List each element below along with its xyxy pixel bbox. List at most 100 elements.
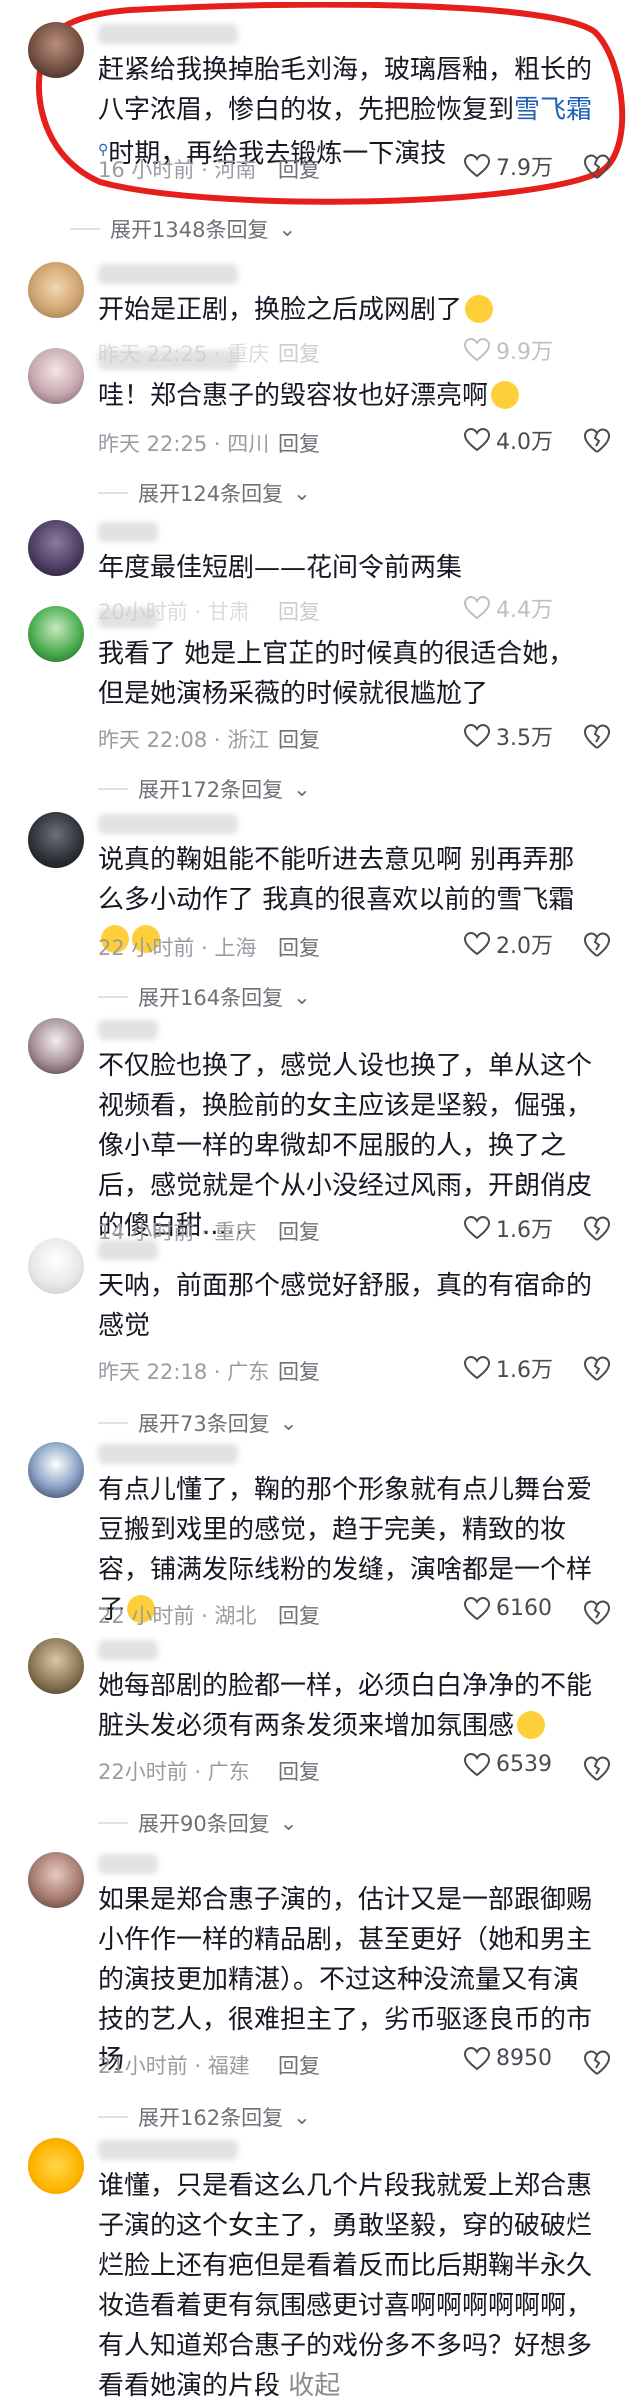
expand-replies-button[interactable]: 展开164条回复 ⌄ [98,982,311,1012]
comment-text: 年度最佳短剧——花间令前两集 [98,553,463,583]
emoji-icon [491,381,520,409]
like-button[interactable]: 4.0万 [464,424,553,456]
comment-meta: 22小时前 · 广东 [98,1760,250,1784]
avatar[interactable] [28,520,84,576]
expand-replies-button[interactable]: 展开162条回复 ⌄ [98,2102,311,2132]
comment-text: 她每部剧的脸都一样，必须白白净净的不能脏头发必须有两条发须来增加氛围感 [98,1671,593,1741]
avatar[interactable] [28,1018,84,1074]
like-button[interactable]: 6539 [464,1752,552,1777]
username[interactable] [98,608,158,628]
dislike-icon[interactable] [584,932,610,958]
reply-button[interactable]: 回复 [278,154,320,184]
like-count: 1.6万 [496,1218,553,1243]
like-count: 4.0万 [496,430,553,455]
like-button[interactable]: 8950 [464,2046,552,2071]
like-count: 6160 [496,1596,552,1621]
chevron-down-icon: ⌄ [293,985,311,1009]
comment-meta: 16 小时前 · 河南 [98,158,257,182]
heart-icon [464,1356,490,1380]
comment-meta: 昨天 22:18 · 广东 [98,1360,270,1384]
avatar[interactable] [28,606,84,662]
avatar[interactable] [28,1852,84,1908]
username[interactable] [98,1020,158,1040]
dislike-icon[interactable] [584,724,610,750]
reply-button[interactable]: 回复 [278,724,320,754]
heart-icon [464,154,490,178]
reply-button[interactable]: 回复 [278,1756,320,1786]
username[interactable] [98,814,238,834]
reply-button[interactable]: 回复 [278,2050,320,2080]
like-count: 9.9万 [496,340,553,365]
like-button[interactable]: 7.9万 [464,150,553,182]
emoji-icon [517,1711,546,1739]
divider-line [98,788,128,790]
username[interactable] [98,350,238,370]
reply-button[interactable]: 回复 [278,1216,320,1246]
username[interactable] [98,264,238,284]
dislike-icon[interactable] [584,428,610,454]
avatar[interactable] [28,812,84,868]
username[interactable] [98,1854,158,1874]
like-count: 6539 [496,1752,552,1777]
username[interactable] [98,1640,158,1660]
search-link[interactable]: 雪飞霜 [514,95,592,125]
username[interactable] [98,1444,238,1464]
username[interactable] [98,2140,238,2160]
username[interactable] [98,522,158,542]
emoji-icon [465,295,494,323]
chevron-down-icon: ⌄ [293,481,311,505]
reply-button[interactable]: 回复 [278,338,320,368]
comment-text: 我看了 她是上官芷的时候真的很适合她，但是她演杨采薇的时候就很尴尬了 [98,639,575,709]
dislike-icon[interactable] [584,1756,610,1782]
dislike-icon[interactable] [584,1356,610,1382]
avatar[interactable] [28,1238,84,1294]
heart-icon [464,1752,490,1776]
chevron-down-icon: ⌄ [293,2105,311,2129]
username[interactable] [98,24,238,44]
dislike-icon[interactable] [584,2050,610,2076]
heart-icon [464,724,490,748]
like-count: 1.6万 [496,1358,553,1383]
like-count: 3.5万 [496,726,553,751]
expand-replies-button[interactable]: 展开172条回复 ⌄ [98,774,311,804]
heart-icon [464,2046,490,2070]
collapse-link[interactable]: 收起 [288,2371,340,2401]
like-count: 4.4万 [496,598,553,623]
expand-replies-button[interactable]: 展开124条回复 ⌄ [98,478,311,508]
like-button[interactable]: 3.5万 [464,720,553,752]
like-button[interactable]: 1.6万 [464,1352,553,1384]
comment-text: 开始是正剧，换脸之后成网剧了 [98,290,598,330]
comment-text: 哇！郑合惠子的毁容妆也好漂亮啊 [98,376,598,416]
divider-line [98,1822,128,1824]
comment-text: 天呐，前面那个感觉好舒服，真的有宿命的感觉 [98,1271,593,1341]
divider-line [98,1422,128,1424]
avatar[interactable] [28,262,84,318]
avatar[interactable] [28,22,84,78]
comment-meta: 昨天 22:25 · 四川 [98,432,270,456]
avatar[interactable] [28,2138,84,2194]
divider-line [98,996,128,998]
reply-button[interactable]: 回复 [278,1356,320,1386]
heart-icon [464,428,490,452]
avatar[interactable] [28,348,84,404]
dislike-icon[interactable] [584,154,610,180]
like-button[interactable]: 1.6万 [464,1212,553,1244]
expand-replies-button[interactable]: 展开90条回复 ⌄ [98,1808,297,1838]
reply-button[interactable]: 回复 [278,932,320,962]
like-button[interactable]: 9.9万 [464,334,553,366]
avatar[interactable] [28,1638,84,1694]
reply-button[interactable]: 回复 [278,596,320,626]
reply-button[interactable]: 回复 [278,1600,320,1630]
like-button[interactable]: 6160 [464,1596,552,1621]
expand-replies-button[interactable]: 展开1348条回复 ⌄ [70,214,296,244]
divider-line [98,492,128,494]
avatar[interactable] [28,1442,84,1498]
username[interactable] [98,1240,158,1260]
reply-button[interactable]: 回复 [278,428,320,458]
expand-replies-button[interactable]: 展开73条回复 ⌄ [98,1408,297,1438]
like-button[interactable]: 4.4万 [464,592,553,624]
dislike-icon[interactable] [584,1600,610,1626]
dislike-icon[interactable] [584,1216,610,1242]
heart-icon [464,596,490,620]
like-button[interactable]: 2.0万 [464,928,553,960]
